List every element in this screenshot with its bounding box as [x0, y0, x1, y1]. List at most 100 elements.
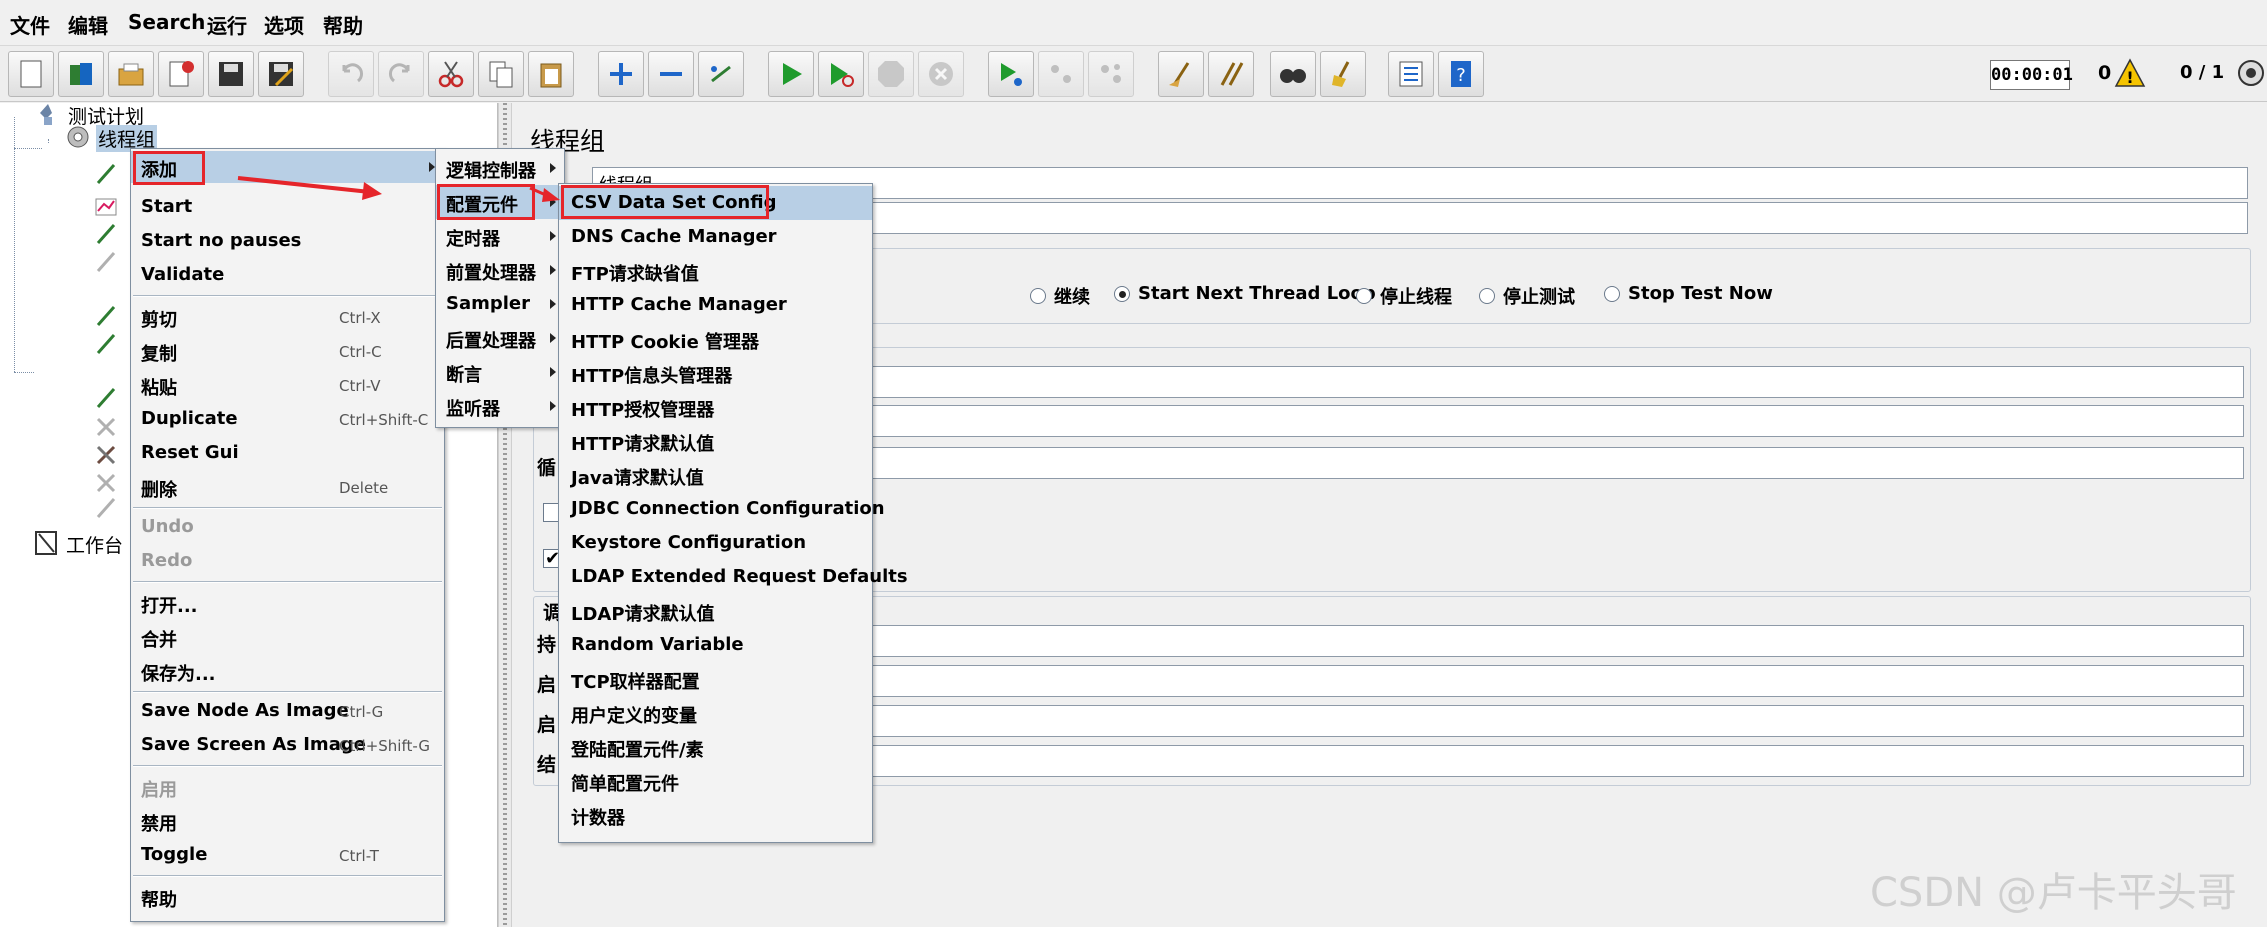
- new-icon[interactable]: [8, 51, 54, 97]
- paste-icon[interactable]: [528, 51, 574, 97]
- menu-item-help[interactable]: 帮助: [131, 881, 444, 913]
- jmeter-window: 文件 编辑 Search 运行 选项 帮助 ? 00:00:01 0 ! 0 /…: [0, 0, 2267, 927]
- radio-stop-test-now-label: Stop Test Now: [1628, 283, 1773, 304]
- config-java-request-defaults[interactable]: Java请求默认值: [559, 458, 872, 492]
- remote-start-icon[interactable]: [988, 51, 1034, 97]
- open-icon[interactable]: [108, 51, 154, 97]
- menu-item-open[interactable]: 打开...: [131, 587, 444, 619]
- config-dns-cache-manager[interactable]: DNS Cache Manager: [559, 220, 872, 254]
- config-random-variable[interactable]: Random Variable: [559, 628, 872, 662]
- config-http-cookie-manager[interactable]: HTTP Cookie 管理器: [559, 322, 872, 356]
- annotation-arrows: [237, 176, 560, 202]
- shutdown-icon[interactable]: [918, 51, 964, 97]
- config-http-auth-manager[interactable]: HTTP授权管理器: [559, 390, 872, 424]
- start-time-field[interactable]: [860, 705, 2244, 737]
- num-threads-field[interactable]: [860, 366, 2244, 398]
- radio-start-next-loop[interactable]: Start Next Thread Loop: [1114, 283, 1376, 304]
- submenu-listener[interactable]: 监听器: [436, 389, 564, 423]
- menu-item-disable[interactable]: 禁用: [131, 805, 444, 837]
- cut-icon[interactable]: [428, 51, 474, 97]
- toggle-icon[interactable]: [698, 51, 744, 97]
- menu-item-paste[interactable]: 粘贴 Ctrl-V: [131, 369, 444, 401]
- config-ftp-defaults[interactable]: FTP请求缺省值: [559, 254, 872, 288]
- thread-group-icon: [67, 126, 89, 148]
- save-as-icon[interactable]: [258, 51, 304, 97]
- menu-item-save-screen-image[interactable]: Save Screen As Image Ctrl+Shift-G: [131, 729, 444, 761]
- config-http-header-manager[interactable]: HTTP信息头管理器: [559, 356, 872, 390]
- menu-item-delete[interactable]: 删除 Delete: [131, 471, 444, 503]
- duration-field[interactable]: [860, 625, 2244, 657]
- config-user-defined-variables[interactable]: 用户定义的变量: [559, 696, 872, 730]
- menu-item-merge[interactable]: 合并: [131, 621, 444, 653]
- startup-delay-field[interactable]: [860, 665, 2244, 697]
- config-ldap-extended-defaults[interactable]: LDAP Extended Request Defaults: [559, 560, 908, 594]
- menu-item-start-no-pauses[interactable]: Start no pauses: [131, 225, 444, 257]
- ramp-up-field[interactable]: [860, 405, 2244, 437]
- config-tcp-sampler[interactable]: TCP取样器配置: [559, 662, 872, 696]
- close-file-icon[interactable]: [158, 51, 204, 97]
- radio-stop-thread-dot: [1356, 288, 1372, 304]
- menu-item-undo[interactable]: Undo: [131, 511, 444, 543]
- function-helper-icon[interactable]: [1388, 51, 1434, 97]
- templates-icon[interactable]: [58, 51, 104, 97]
- config-keystore[interactable]: Keystore Configuration: [559, 526, 872, 560]
- menu-item-duplicate[interactable]: Duplicate Ctrl+Shift-C: [131, 403, 444, 435]
- redo-icon[interactable]: [378, 51, 424, 97]
- menu-item-redo[interactable]: Redo: [131, 545, 444, 577]
- menu-item-enable[interactable]: 启用: [131, 771, 444, 803]
- undo-icon[interactable]: [328, 51, 374, 97]
- expand-all-icon[interactable]: [598, 51, 644, 97]
- radio-continue-label: 继续: [1054, 287, 1090, 308]
- menu-item-copy[interactable]: 复制 Ctrl-C: [131, 335, 444, 367]
- menu-options[interactable]: 选项: [264, 10, 304, 39]
- menu-search[interactable]: Search: [128, 10, 205, 34]
- warning-icon[interactable]: !: [2114, 58, 2146, 88]
- radio-stop-test[interactable]: 停止测试: [1479, 283, 1575, 309]
- svg-text:!: !: [2126, 68, 2133, 87]
- submenu-pre-processor[interactable]: 前置处理器: [436, 253, 564, 287]
- save-icon[interactable]: [208, 51, 254, 97]
- sampler-icon-2: [96, 224, 116, 244]
- loop-count-field[interactable]: [860, 447, 2244, 479]
- reset-search-icon[interactable]: [1320, 51, 1366, 97]
- collapse-all-icon[interactable]: [648, 51, 694, 97]
- stop-icon[interactable]: [868, 51, 914, 97]
- config-ldap-defaults[interactable]: LDAP请求默认值: [559, 594, 872, 628]
- clear-all-icon[interactable]: [1208, 51, 1254, 97]
- help-icon[interactable]: ?: [1438, 51, 1484, 97]
- remote-stop-icon[interactable]: [1038, 51, 1084, 97]
- submenu-sampler[interactable]: Sampler: [436, 287, 564, 321]
- copy-icon[interactable]: [478, 51, 524, 97]
- remote-exit-icon[interactable]: [1088, 51, 1134, 97]
- menu-file[interactable]: 文件: [10, 10, 50, 39]
- tree-workbench[interactable]: 工作台: [66, 531, 123, 558]
- radio-start-next-loop-label: Start Next Thread Loop: [1138, 283, 1376, 304]
- radio-continue[interactable]: 继续: [1030, 283, 1090, 309]
- menu-run[interactable]: 运行: [207, 10, 247, 39]
- search-icon[interactable]: [1270, 51, 1316, 97]
- start-icon[interactable]: [768, 51, 814, 97]
- menu-edit[interactable]: 编辑: [68, 10, 108, 39]
- annotation-box-csv: [561, 185, 769, 219]
- config-jdbc-connection[interactable]: JDBC Connection Configuration: [559, 492, 885, 526]
- config-http-request-defaults[interactable]: HTTP请求默认值: [559, 424, 872, 458]
- start-no-pauses-icon[interactable]: [818, 51, 864, 97]
- menu-help[interactable]: 帮助: [323, 10, 363, 39]
- end-time-field[interactable]: [860, 745, 2244, 777]
- menu-item-save-as[interactable]: 保存为...: [131, 655, 444, 687]
- config-counter[interactable]: 计数器: [559, 798, 872, 832]
- submenu-assertion[interactable]: 断言: [436, 355, 564, 389]
- radio-stop-test-now[interactable]: Stop Test Now: [1604, 283, 1773, 304]
- radio-stop-thread[interactable]: 停止线程: [1356, 283, 1452, 309]
- menu-item-save-node-image[interactable]: Save Node As Image Ctrl-G: [131, 695, 444, 727]
- menu-item-validate[interactable]: Validate: [131, 259, 444, 291]
- submenu-post-processor[interactable]: 后置处理器: [436, 321, 564, 355]
- menu-item-cut[interactable]: 剪切 Ctrl-X: [131, 301, 444, 333]
- menu-item-reset-gui[interactable]: Reset Gui: [131, 437, 444, 469]
- menu-item-toggle[interactable]: Toggle Ctrl-T: [131, 839, 444, 871]
- config-http-cache-manager[interactable]: HTTP Cache Manager: [559, 288, 872, 322]
- clear-icon[interactable]: [1158, 51, 1204, 97]
- submenu-timer[interactable]: 定时器: [436, 219, 564, 253]
- config-login-config[interactable]: 登陆配置元件/素: [559, 730, 872, 764]
- config-simple-config[interactable]: 简单配置元件: [559, 764, 872, 798]
